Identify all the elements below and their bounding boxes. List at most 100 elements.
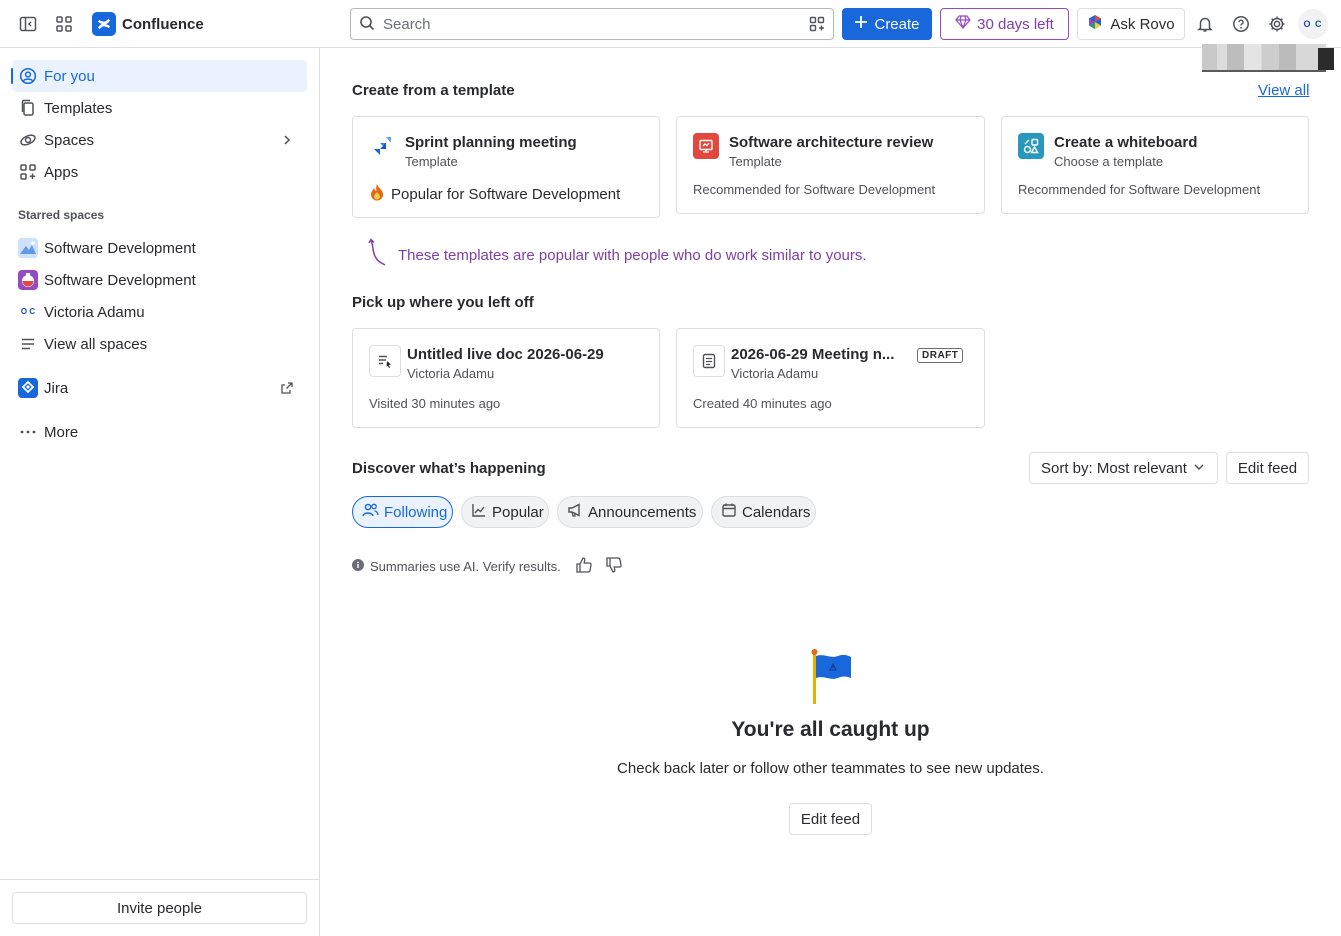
empty-state-edit-feed-button[interactable]: Edit feed — [789, 803, 872, 835]
more-dots-icon — [18, 422, 38, 442]
help-icon[interactable] — [1229, 12, 1253, 36]
thumbs-down-icon[interactable] — [605, 556, 623, 577]
sidebar-item-apps[interactable]: Apps — [12, 156, 307, 188]
architecture-icon — [693, 133, 719, 159]
template-card-architecture-review[interactable]: Software architecture review Template Re… — [676, 116, 985, 214]
sidebar-item-label: Apps — [44, 163, 79, 181]
sidebar-item-label: Templates — [44, 99, 113, 117]
sidebar-item-jira[interactable]: Jira — [12, 372, 307, 404]
search-filter-icon[interactable] — [801, 9, 833, 39]
ai-summary-note: Summaries use AI. Verify results. — [352, 556, 623, 577]
recent-heading: Pick up where you left off — [352, 294, 534, 311]
fire-icon — [369, 183, 385, 205]
page-activity: Created 40 minutes ago — [693, 396, 832, 411]
template-title: Software architecture review — [729, 134, 934, 151]
notifications-bell-icon[interactable] — [1193, 12, 1217, 36]
edit-feed-button[interactable]: Edit feed — [1226, 452, 1309, 484]
space-avatar-mountains-icon — [18, 238, 38, 258]
starred-space-software-development-2[interactable]: Software Development — [12, 264, 307, 296]
thumbs-up-icon[interactable] — [575, 556, 593, 577]
sidebar-item-templates[interactable]: Templates — [12, 92, 307, 124]
tab-announcements[interactable]: Announcements — [557, 496, 703, 528]
sidebar-item-label: Spaces — [44, 131, 95, 149]
people-icon — [362, 502, 379, 522]
ask-rovo-button[interactable]: Ask Rovo — [1077, 8, 1185, 40]
template-title: Sprint planning meeting — [405, 134, 577, 151]
trending-chart-icon — [471, 502, 487, 522]
trial-button[interactable]: 30 days left — [940, 8, 1069, 40]
chevron-down-icon — [1193, 460, 1205, 477]
starred-space-victoria-adamu[interactable]: O C Victoria Adamu — [12, 296, 307, 328]
empty-state-message: Check back later or follow other teammat… — [617, 760, 1044, 777]
starred-space-software-development[interactable]: Software Development — [12, 232, 307, 264]
live-doc-icon — [369, 345, 401, 377]
view-all-templates-link[interactable]: View all — [1258, 82, 1309, 99]
templates-heading: Create from a template — [352, 82, 515, 99]
starred-spaces-heading: Starred spaces — [18, 208, 105, 222]
tab-calendars[interactable]: Calendars — [711, 496, 816, 528]
plus-icon — [854, 15, 868, 33]
rovo-label: Ask Rovo — [1110, 15, 1175, 33]
list-icon — [18, 334, 38, 354]
confluence-logo[interactable]: Confluence — [92, 12, 204, 36]
invite-people-button[interactable]: Invite people — [12, 892, 307, 924]
sidebar: For you Templates Spaces Apps Starred sp… — [0, 48, 320, 936]
tab-following[interactable]: Following — [352, 496, 453, 528]
template-recommendation: Recommended for Software Development — [693, 182, 936, 197]
feed-heading: Discover what’s happening — [352, 460, 546, 477]
sort-dropdown[interactable]: Sort by: Most relevant — [1029, 452, 1218, 484]
template-recommendation: Recommended for Software Development — [1018, 182, 1261, 197]
sidebar-item-label: For you — [44, 67, 95, 85]
top-navigation: Confluence Create 30 days left Ask Rovo — [0, 0, 1341, 48]
tab-label: Calendars — [742, 503, 811, 521]
sidebar-toggle-icon[interactable] — [16, 12, 40, 36]
empty-state-title: You're all caught up — [731, 718, 930, 741]
page-icon — [693, 345, 725, 377]
create-button[interactable]: Create — [842, 8, 932, 40]
sidebar-divider — [0, 879, 319, 880]
sidebar-item-spaces[interactable]: Spaces — [12, 124, 307, 156]
view-all-spaces-link[interactable]: View all spaces — [12, 328, 307, 360]
apps-icon — [18, 162, 38, 182]
sidebar-item-for-you[interactable]: For you — [11, 60, 307, 92]
template-type: Choose a template — [1054, 154, 1164, 169]
template-hint-text: These templates are popular with people … — [398, 246, 867, 264]
sprint-icon — [369, 133, 395, 159]
sidebar-item-label: More — [44, 423, 79, 441]
page-author: Victoria Adamu — [407, 366, 495, 381]
tab-label: Popular — [492, 503, 544, 521]
settings-gear-icon[interactable] — [1265, 12, 1289, 36]
template-type: Template — [405, 154, 458, 169]
sort-label: Sort by: Most relevant — [1041, 459, 1187, 477]
calendar-icon — [721, 502, 737, 522]
template-hint: These templates are popular with people … — [368, 238, 867, 272]
user-avatar[interactable]: O C — [1298, 9, 1328, 39]
search-icon — [359, 15, 375, 34]
template-popularity: Popular for Software Development — [391, 185, 621, 203]
svg-text:O C: O C — [21, 307, 35, 316]
tab-label: Following — [384, 503, 448, 521]
flag-illustration-icon — [810, 648, 854, 709]
trial-label: 30 days left — [977, 15, 1054, 33]
gem-icon — [955, 15, 971, 33]
sidebar-item-label: Jira — [44, 379, 69, 397]
search-field[interactable] — [350, 8, 834, 40]
app-name: Confluence — [122, 15, 204, 33]
recent-card-live-doc[interactable]: Untitled live doc 2026-06-29 Victoria Ad… — [352, 328, 660, 428]
template-card-sprint-planning[interactable]: Sprint planning meeting Template Popular… — [352, 116, 660, 218]
jira-logo-icon — [18, 378, 38, 398]
sidebar-item-more[interactable]: More — [12, 416, 307, 448]
search-input[interactable] — [383, 15, 801, 33]
recent-card-meeting-notes[interactable]: 2026-06-29 Meeting n... DRAFT Victoria A… — [676, 328, 985, 428]
tab-popular[interactable]: Popular — [461, 496, 549, 528]
spaces-icon — [18, 130, 38, 150]
confluence-logo-icon — [92, 12, 116, 36]
app-switcher-icon[interactable] — [52, 12, 76, 36]
whiteboard-icon — [1018, 133, 1044, 159]
chevron-right-icon[interactable] — [277, 130, 297, 150]
curved-arrow-icon — [368, 238, 388, 272]
template-type: Template — [729, 154, 782, 169]
person-circle-icon — [18, 66, 38, 86]
page-activity: Visited 30 minutes ago — [369, 396, 501, 411]
template-card-whiteboard[interactable]: Create a whiteboard Choose a template Re… — [1001, 116, 1309, 214]
